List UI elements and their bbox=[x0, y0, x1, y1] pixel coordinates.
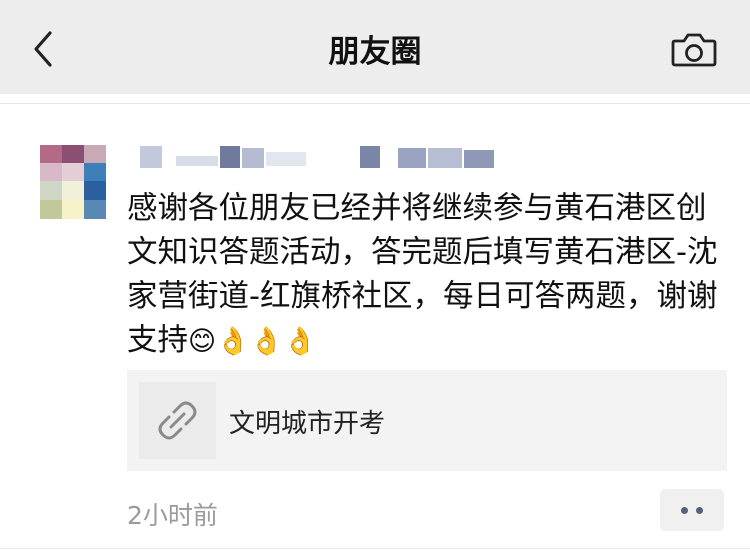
bottom-divider bbox=[0, 548, 750, 549]
navbar-divider bbox=[0, 103, 750, 104]
link-thumbnail bbox=[139, 382, 216, 459]
ok-hand-emoji-icon: 👌 bbox=[283, 326, 318, 357]
camera-icon bbox=[671, 33, 717, 67]
ok-hand-emoji-icon: 👌 bbox=[249, 326, 284, 357]
camera-button[interactable] bbox=[668, 26, 720, 72]
post-text: 感谢各位朋友已经并将继续参与黄石港区创文知识答题活动，答完题后填写黄石港区-沈家… bbox=[127, 187, 727, 364]
more-options-button[interactable] bbox=[660, 489, 724, 531]
post-timestamp: 2小时前 bbox=[127, 501, 218, 530]
avatar[interactable] bbox=[40, 145, 106, 219]
page-title: 朋友圈 bbox=[328, 34, 422, 70]
link-icon bbox=[158, 401, 197, 440]
username-redacted[interactable] bbox=[140, 144, 520, 170]
shared-link-card[interactable]: 文明城市开考 bbox=[127, 370, 727, 471]
link-title: 文明城市开考 bbox=[229, 409, 386, 439]
navbar: 朋友圈 bbox=[0, 0, 750, 94]
ok-hand-emoji-icon: 👌 bbox=[216, 326, 250, 357]
smile-emoji-icon: 😊 bbox=[188, 326, 217, 357]
